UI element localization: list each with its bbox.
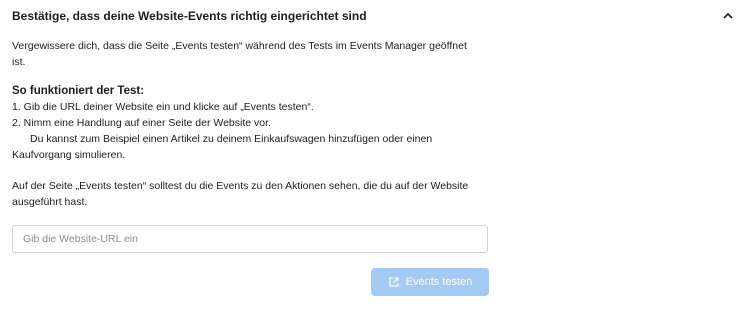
events-test-panel: Bestätige, dass deine Website-Events ric… xyxy=(0,0,751,322)
panel-header[interactable]: Bestätige, dass deine Website-Events ric… xyxy=(12,8,739,24)
chevron-up-icon[interactable] xyxy=(721,9,735,23)
website-url-input[interactable] xyxy=(12,225,488,253)
external-link-icon xyxy=(388,276,400,288)
intro-text: Vergewissere dich, dass die Seite „Event… xyxy=(12,40,467,68)
events-test-button-label: Events testen xyxy=(405,276,473,288)
step-item: 1. Gib die URL deiner Website ein und kl… xyxy=(12,101,314,113)
step-detail: Du kannst zum Beispiel einen Artikel zu … xyxy=(12,133,433,161)
step-item: 2. Nimm eine Handlung auf einer Seite de… xyxy=(12,117,271,129)
outro-text: Auf der Seite „Events testen“ solltest d… xyxy=(12,180,469,208)
events-test-button[interactable]: Events testen xyxy=(371,268,489,296)
howto-title: So funktioniert der Test: xyxy=(12,85,145,97)
panel-title: Bestätige, dass deine Website-Events ric… xyxy=(12,9,367,23)
